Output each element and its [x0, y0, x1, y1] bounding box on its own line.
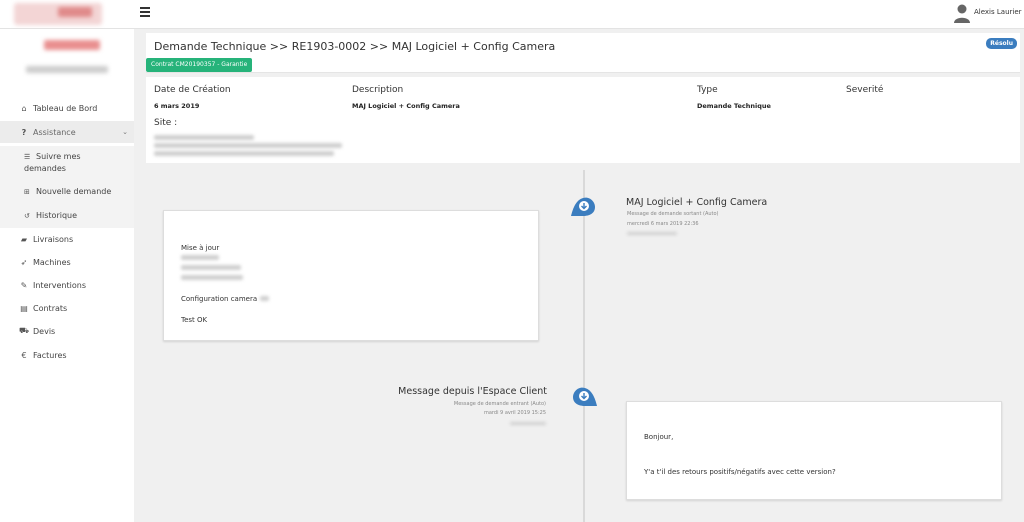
ticket-header: Demande Technique >> RE1903-0002 >> MAJ … [146, 33, 1020, 73]
sidebar-item-assistance[interactable]: ? Assistance ⌄ [0, 121, 134, 143]
redacted-text [154, 143, 342, 148]
sidebar-item-label: Interventions [33, 280, 86, 290]
sidebar-subitem-label-continued[interactable]: demandes [24, 163, 66, 175]
sidebar-subitem-label: demandes [24, 164, 66, 173]
cart-icon: ⛟ [18, 326, 30, 335]
message-card: Bonjour, Y'a t'il des retours positifs/n… [626, 401, 1002, 500]
sidebar-item-livraisons[interactable]: ▰ Livraisons [0, 228, 134, 250]
sidebar-subitem-historique[interactable]: ↺ Historique [24, 210, 77, 222]
user-avatar-icon[interactable] [953, 3, 971, 23]
menu-toggle-icon[interactable] [140, 7, 150, 19]
sidebar-item-tableau-de-bord[interactable]: ⌂ Tableau de Bord [0, 97, 134, 119]
sidebar: ⌂ Tableau de Bord ? Assistance ⌄ ☰ Suivr… [0, 29, 134, 522]
app-logo[interactable] [14, 3, 102, 25]
sidebar-item-factures[interactable]: € Factures [0, 344, 134, 366]
redacted-text [154, 135, 254, 140]
type-label: Type [697, 85, 718, 95]
download-arrow-icon[interactable] [570, 194, 596, 218]
plus-square-icon: ⊞ [24, 188, 30, 196]
sidebar-subitem-label: Historique [36, 211, 78, 220]
timeline-event-title: Message depuis l'Espace Client [398, 386, 547, 397]
sidebar-subitem-suivre-mes-demandes[interactable]: ☰ Suivre mes [24, 151, 81, 163]
page-title: Demande Technique >> RE1903-0002 >> MAJ … [154, 40, 556, 53]
date-value: 6 mars 2019 [154, 102, 200, 110]
sidebar-item-label: Contrats [33, 303, 68, 313]
home-icon: ⌂ [21, 103, 27, 113]
site-label: Site : [154, 118, 178, 128]
sidebar-item-label: Machines [33, 257, 71, 267]
sidebar-item-machines[interactable]: ➶ Machines [0, 251, 134, 273]
redacted-text [154, 151, 334, 156]
sidebar-subitem-label: Nouvelle demande [36, 187, 112, 196]
redacted-text [510, 422, 546, 425]
sidebar-subitem-nouvelle-demande[interactable]: ⊞ Nouvelle demande [24, 186, 111, 198]
message-card: Mise à jour Configuration camera Test OK [163, 210, 539, 341]
type-value: Demande Technique [697, 102, 771, 110]
sidebar-item-label: Livraisons [33, 234, 74, 244]
download-arrow-icon[interactable] [572, 384, 598, 408]
question-icon: ? [21, 127, 27, 137]
redacted-text [181, 275, 243, 280]
timeline-event-date: mercredi 6 mars 2019 22:36 [627, 221, 699, 227]
message-line: Y'a t'il des retours positifs/négatifs a… [644, 468, 836, 476]
sidebar-item-interventions[interactable]: ✎ Interventions [0, 274, 134, 296]
user-name[interactable]: Alexis Laurier [974, 8, 1022, 16]
message-line: Configuration camera [181, 295, 258, 303]
chevron-down-icon: ⌄ [122, 128, 128, 136]
sidebar-item-label: Tableau de Bord [33, 103, 98, 113]
redacted-text [260, 296, 269, 301]
description-label: Description [352, 85, 404, 95]
timeline-line [583, 170, 585, 522]
list-icon: ☰ [24, 153, 31, 161]
message-line: Test OK [181, 316, 208, 324]
timeline-event-type: Message de demande entrant (Auto) [453, 401, 546, 407]
sidebar-item-contrats[interactable]: ▤ Contrats [0, 297, 134, 319]
rocket-icon: ➶ [20, 257, 28, 267]
redacted-text [181, 265, 241, 270]
date-label: Date de Création [154, 85, 231, 95]
timeline-event-type: Message de demande sortant (Auto) [627, 211, 719, 217]
timeline-event-title: MAJ Logiciel + Config Camera [626, 197, 768, 208]
top-bar: Alexis Laurier [0, 0, 1024, 29]
brand-logo [22, 38, 112, 78]
briefcase-icon: ▤ [20, 303, 28, 313]
sidebar-item-label: Devis [33, 326, 56, 336]
euro-icon: € [21, 350, 27, 360]
status-badge: Résolu [986, 38, 1017, 49]
wrench-icon: ✎ [20, 280, 28, 290]
sidebar-item-label: Assistance [33, 127, 76, 137]
message-line: Bonjour, [644, 433, 674, 441]
sidebar-subitem-label: Suivre mes [36, 152, 81, 161]
history-icon: ↺ [24, 212, 30, 220]
truck-icon: ▰ [20, 234, 28, 244]
description-value: MAJ Logiciel + Config Camera [352, 102, 460, 110]
ticket-info-panel: Date de Création 6 mars 2019 Description… [146, 77, 1020, 163]
sidebar-item-label: Factures [33, 350, 67, 360]
severity-label: Severité [846, 85, 884, 95]
contract-badge[interactable]: Contrat CM20190357 - Garantie [146, 58, 253, 72]
sidebar-item-devis[interactable]: ⛟ Devis [0, 320, 134, 342]
message-line: Mise à jour [181, 244, 220, 252]
redacted-text [627, 232, 677, 235]
timeline-event-date: mardi 9 avril 2019 15:25 [484, 410, 546, 416]
redacted-text [181, 255, 219, 260]
